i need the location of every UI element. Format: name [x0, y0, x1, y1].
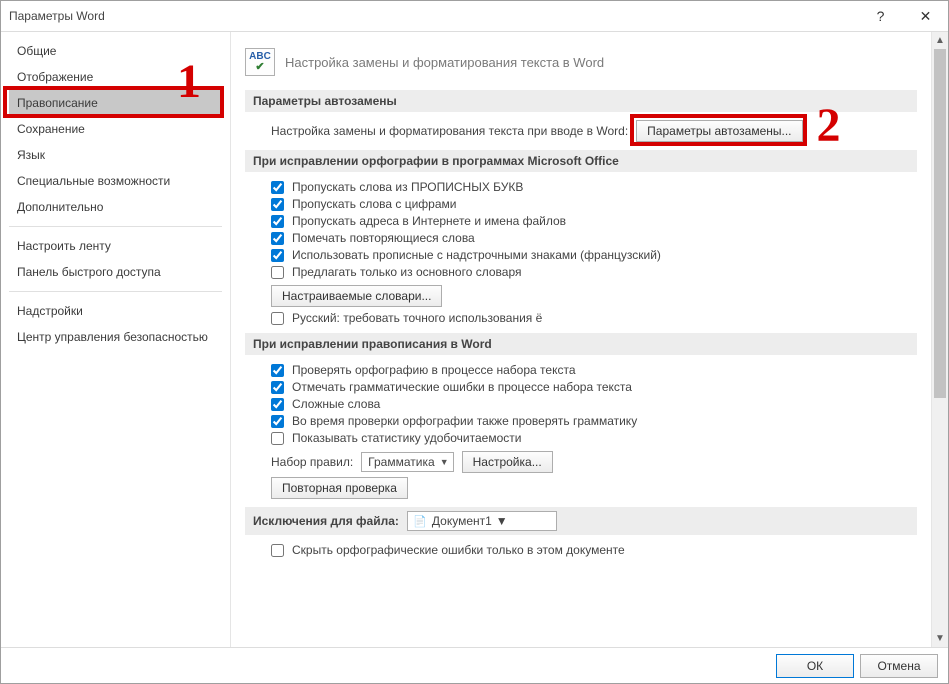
exceptions-file-select[interactable]: 📄 Документ1 ▼	[407, 511, 557, 531]
dialog-footer: ОК Отмена	[1, 647, 948, 683]
sidebar-item-правописание[interactable]: Правописание	[9, 90, 222, 116]
chevron-down-icon: ▼	[440, 457, 449, 467]
chevron-down-icon: ▼	[496, 514, 508, 528]
grammar-check-checkbox-0[interactable]	[271, 364, 284, 377]
sidebar-item-общие[interactable]: Общие	[9, 38, 222, 64]
russian-yo-check[interactable]: Русский: требовать точного использования…	[271, 311, 917, 325]
section-office-spelling-header: При исправлении орфографии в программах …	[245, 150, 917, 172]
office-check-checkbox-2[interactable]	[271, 215, 284, 228]
word-grammar-checks: Проверять орфографию в процессе набора т…	[245, 363, 917, 445]
category-sidebar: ОбщиеОтображениеПравописаниеСохранениеЯз…	[1, 32, 231, 647]
hide-spelling-check[interactable]: Скрыть орфографические ошибки только в э…	[271, 543, 917, 557]
ruleset-select[interactable]: Грамматика ▼	[361, 452, 453, 472]
help-button[interactable]: ?	[858, 1, 903, 31]
section-exceptions-header: Исключения для файла: 📄 Документ1 ▼	[245, 507, 917, 535]
grammar-check-row-1[interactable]: Отмечать грамматические ошибки в процесс…	[271, 380, 917, 394]
office-check-checkbox-3[interactable]	[271, 232, 284, 245]
custom-dictionaries-button[interactable]: Настраиваемые словари...	[271, 285, 442, 307]
office-check-row-1[interactable]: Пропускать слова с цифрами	[271, 197, 917, 211]
close-button[interactable]: ✕	[903, 1, 948, 31]
proofing-icon: ABC ✔	[245, 48, 275, 76]
cancel-button[interactable]: Отмена	[860, 654, 938, 678]
ok-button[interactable]: ОК	[776, 654, 854, 678]
sidebar-item-отображение[interactable]: Отображение	[9, 64, 222, 90]
grammar-check-checkbox-3[interactable]	[271, 415, 284, 428]
office-spelling-checks: Пропускать слова из ПРОПИСНЫХ БУКВ Пропус…	[245, 180, 917, 279]
autocorrect-options-button[interactable]: Параметры автозамены...	[636, 120, 802, 142]
russian-yo-checkbox[interactable]	[271, 312, 284, 325]
grammar-check-row-4[interactable]: Показывать статистику удобочитаемости	[271, 431, 917, 445]
office-check-row-2[interactable]: Пропускать адреса в Интернете и имена фа…	[271, 214, 917, 228]
sidebar-item-панель-быстрого-доступа[interactable]: Панель быстрого доступа	[9, 259, 222, 285]
grammar-check-checkbox-2[interactable]	[271, 398, 284, 411]
office-check-checkbox-1[interactable]	[271, 198, 284, 211]
grammar-check-row-0[interactable]: Проверять орфографию в процессе набора т…	[271, 363, 917, 377]
window-title: Параметры Word	[9, 9, 858, 23]
sidebar-item-дополнительно[interactable]: Дополнительно	[9, 194, 222, 220]
ruleset-label: Набор правил:	[271, 455, 353, 469]
office-check-checkbox-4[interactable]	[271, 249, 284, 262]
scroll-up-arrow[interactable]: ▲	[932, 32, 949, 49]
page-heading-row: ABC ✔ Настройка замены и форматирования …	[245, 48, 917, 76]
sidebar-item-сохранение[interactable]: Сохранение	[9, 116, 222, 142]
options-dialog: Параметры Word ? ✕ ОбщиеОтображениеПраво…	[0, 0, 949, 684]
sidebar-item-надстройки[interactable]: Надстройки	[9, 298, 222, 324]
sidebar-item-язык[interactable]: Язык	[9, 142, 222, 168]
page-heading: Настройка замены и форматирования текста…	[285, 55, 604, 70]
office-check-checkbox-5[interactable]	[271, 266, 284, 279]
sidebar-item-специальные-возможности[interactable]: Специальные возможности	[9, 168, 222, 194]
scroll-track[interactable]	[932, 49, 948, 630]
main-scroll-area: ABC ✔ Настройка замены и форматирования …	[231, 32, 931, 647]
grammar-check-checkbox-4[interactable]	[271, 432, 284, 445]
grammar-check-row-3[interactable]: Во время проверки орфографии также прове…	[271, 414, 917, 428]
dialog-content: ОбщиеОтображениеПравописаниеСохранениеЯз…	[1, 31, 948, 647]
scroll-thumb[interactable]	[934, 49, 946, 398]
main-panel: ABC ✔ Настройка замены и форматирования …	[231, 32, 948, 647]
sidebar-item-центр-управления-безопасностью[interactable]: Центр управления безопасностью	[9, 324, 222, 350]
office-check-row-0[interactable]: Пропускать слова из ПРОПИСНЫХ БУКВ	[271, 180, 917, 194]
section-word-grammar-header: При исправлении правописания в Word	[245, 333, 917, 355]
autocorrect-prompt: Настройка замены и форматирования текста…	[271, 124, 628, 138]
section-autocorrect-header: Параметры автозамены	[245, 90, 917, 112]
vertical-scrollbar[interactable]: ▲ ▼	[931, 32, 948, 647]
scroll-down-arrow[interactable]: ▼	[932, 630, 949, 647]
document-icon: 📄	[412, 513, 428, 529]
grammar-check-row-2[interactable]: Сложные слова	[271, 397, 917, 411]
grammar-check-checkbox-1[interactable]	[271, 381, 284, 394]
autocorrect-row: Настройка замены и форматирования текста…	[245, 120, 917, 142]
titlebar: Параметры Word ? ✕	[1, 1, 948, 31]
grammar-settings-button[interactable]: Настройка...	[462, 451, 553, 473]
office-check-row-4[interactable]: Использовать прописные с надстрочными зн…	[271, 248, 917, 262]
hide-spelling-checkbox[interactable]	[271, 544, 284, 557]
office-check-row-3[interactable]: Помечать повторяющиеся слова	[271, 231, 917, 245]
sidebar-item-настроить-ленту[interactable]: Настроить ленту	[9, 233, 222, 259]
recheck-button[interactable]: Повторная проверка	[271, 477, 408, 499]
office-check-row-5[interactable]: Предлагать только из основного словаря	[271, 265, 917, 279]
office-check-checkbox-0[interactable]	[271, 181, 284, 194]
